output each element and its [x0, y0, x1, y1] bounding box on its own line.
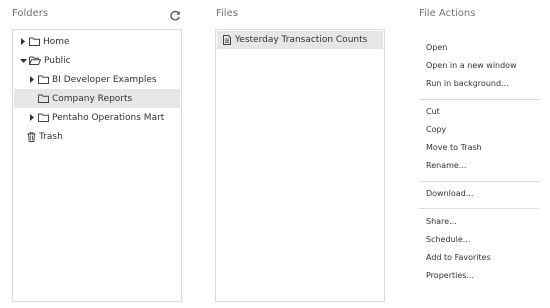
folder-label-company-reports: Company Reports [52, 93, 133, 104]
action-rename[interactable]: Rename... [426, 161, 466, 170]
action-add-to-favorites[interactable]: Add to Favorites [426, 253, 491, 262]
folder-label-public: Public [44, 55, 71, 66]
folder-row-public[interactable]: Public [14, 51, 180, 70]
action-schedule[interactable]: Schedule... [426, 235, 470, 244]
folder-row-pentaho-operations-mart[interactable]: Pentaho Operations Mart [14, 108, 180, 127]
action-move-to-trash[interactable]: Move to Trash [426, 143, 482, 152]
action-properties[interactable]: Properties... [426, 271, 474, 280]
folder-open-icon [29, 56, 41, 65]
action-run-in-background[interactable]: Run in background... [426, 79, 509, 88]
action-divider [419, 99, 539, 100]
file-label: Yesterday Transaction Counts [235, 35, 368, 45]
folder-icon [38, 94, 49, 103]
folder-icon [38, 75, 49, 84]
action-copy[interactable]: Copy [426, 125, 446, 134]
folder-row-home[interactable]: Home [14, 32, 180, 51]
folder-icon [38, 113, 49, 122]
folder-label-trash: Trash [39, 131, 63, 142]
trash-icon [27, 131, 36, 142]
caret-right-icon[interactable] [19, 38, 27, 45]
action-download[interactable]: Download... [426, 189, 473, 198]
folder-label-pentaho-operations-mart: Pentaho Operations Mart [52, 112, 165, 123]
file-row-yesterday-transaction-counts[interactable]: Yesterday Transaction Counts [217, 31, 383, 49]
action-share[interactable]: Share... [426, 217, 457, 226]
report-file-icon [223, 35, 231, 45]
caret-right-icon[interactable] [28, 76, 36, 83]
action-open-new-window[interactable]: Open in a new window [426, 61, 517, 70]
action-divider [419, 208, 539, 209]
folder-row-trash[interactable]: Trash [14, 127, 180, 146]
folder-label-home: Home [43, 36, 70, 47]
caret-right-icon[interactable] [28, 114, 36, 121]
files-title: Files [216, 8, 238, 19]
folders-panel: Home Public BI Developer Examples Compan… [12, 29, 182, 302]
refresh-icon[interactable] [169, 7, 181, 21]
file-actions-title: File Actions [419, 8, 476, 19]
caret-down-icon[interactable] [19, 58, 27, 64]
folders-title: Folders [12, 8, 49, 19]
folder-row-bi-developer-examples[interactable]: BI Developer Examples [14, 70, 180, 89]
folder-label-bi-developer-examples: BI Developer Examples [52, 74, 157, 85]
action-cut[interactable]: Cut [426, 107, 440, 116]
folder-row-company-reports[interactable]: Company Reports [14, 89, 180, 108]
action-open[interactable]: Open [426, 43, 447, 52]
folder-icon [29, 37, 40, 46]
files-panel: Yesterday Transaction Counts [215, 29, 385, 302]
action-divider [419, 181, 539, 182]
